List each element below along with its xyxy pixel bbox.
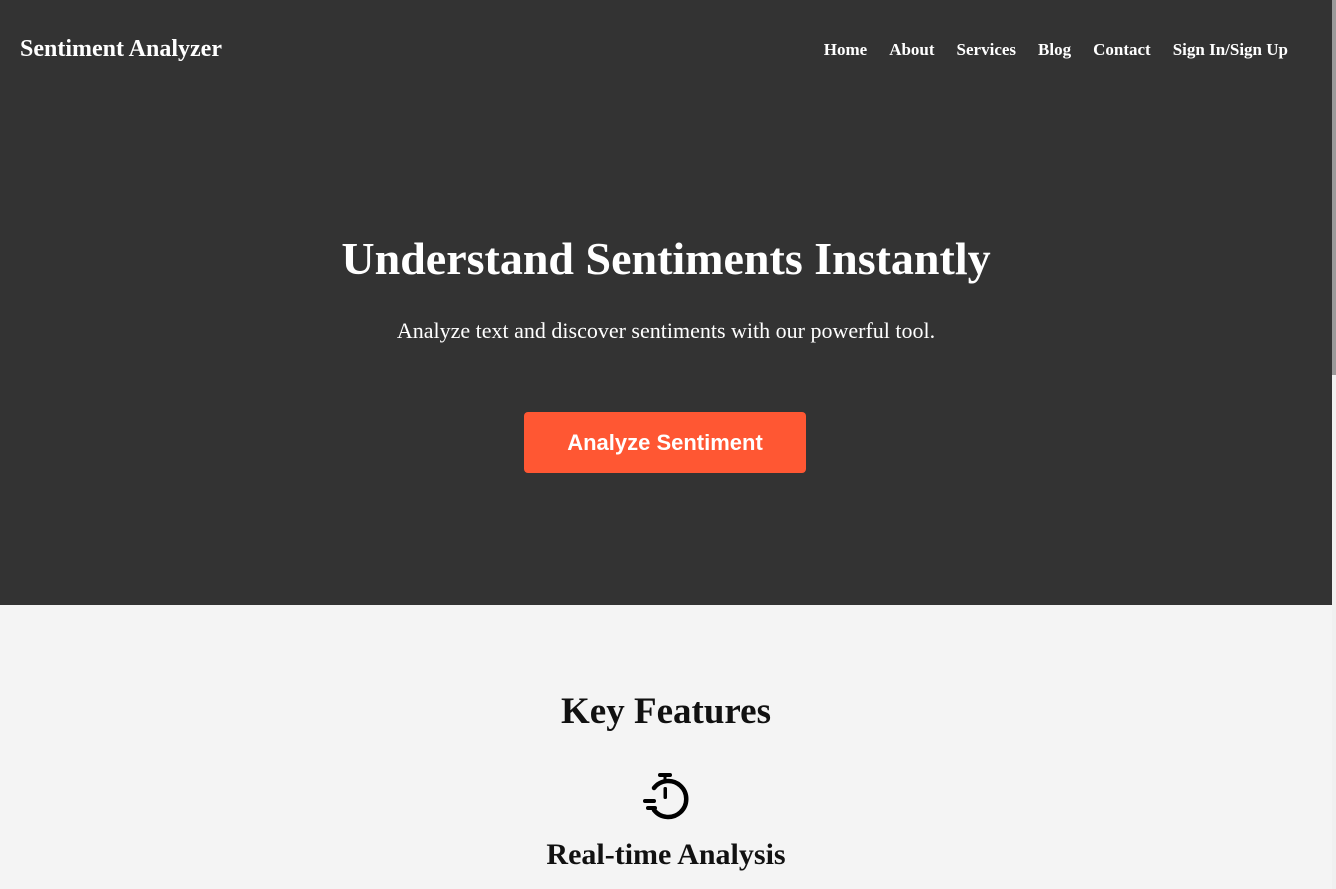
main-nav: Home About Services Blog Contact Sign In… — [824, 40, 1288, 60]
nav-home-link[interactable]: Home — [824, 40, 867, 60]
feature-title-realtime: Real-time Analysis — [546, 838, 786, 871]
nav-about-link[interactable]: About — [889, 40, 934, 60]
nav-contact-link[interactable]: Contact — [1093, 40, 1151, 60]
hero-subtitle: Analyze text and discover sentiments wit… — [396, 318, 936, 343]
analyze-sentiment-button[interactable]: Analyze Sentiment — [524, 412, 806, 473]
scrollbar-thumb[interactable] — [1332, 0, 1336, 375]
features-title: Key Features — [561, 691, 771, 732]
site-logo[interactable]: Sentiment Analyzer — [20, 36, 222, 63]
nav-services-link[interactable]: Services — [957, 40, 1016, 60]
page-scrollbar[interactable] — [1332, 0, 1336, 889]
hero-title: Understand Sentiments Instantly — [341, 233, 991, 284]
nav-signin-link[interactable]: Sign In/Sign Up — [1173, 40, 1288, 60]
nav-blog-link[interactable]: Blog — [1038, 40, 1071, 60]
stopwatch-icon — [640, 770, 692, 820]
hero-section: Sentiment Analyzer Home About Services B… — [0, 0, 1332, 605]
